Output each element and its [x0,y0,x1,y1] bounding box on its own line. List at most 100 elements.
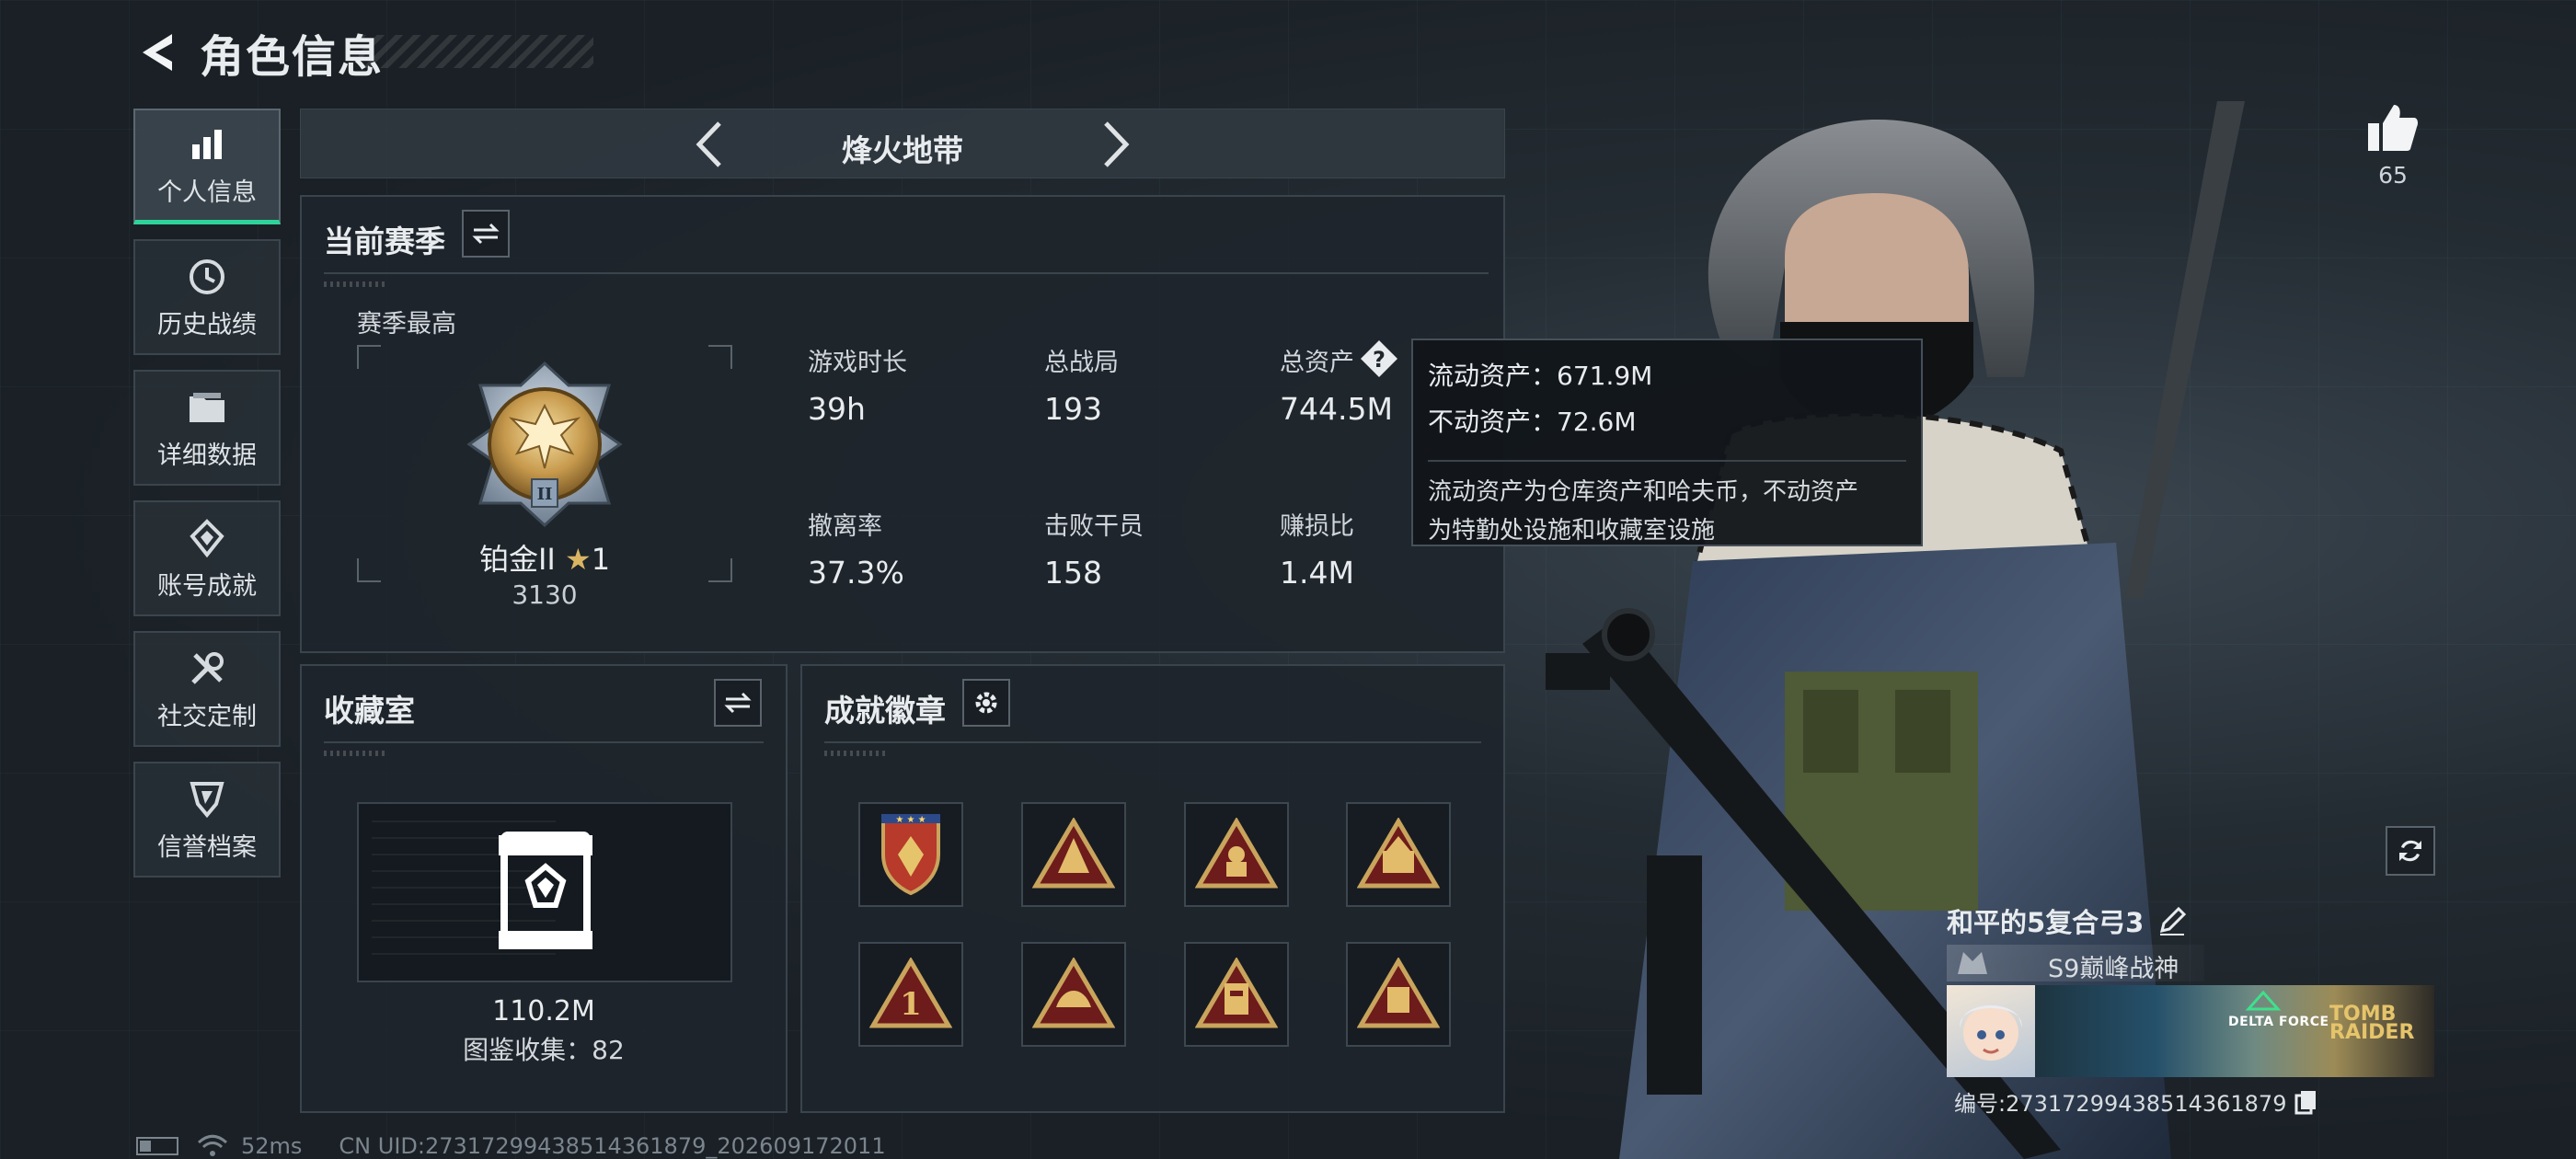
badge-shield-icon: ★ ★ ★ [881,814,940,896]
badge-2[interactable] [1021,802,1126,907]
collection-title: 收藏室 [324,693,415,729]
banner-logo-tomb-raider: TOMB RAIDER [2329,1003,2415,1044]
stat-operators-defeated: 击败干员 158 [1044,506,1144,591]
collection-switch-button[interactable] [714,679,762,727]
swap-icon [472,223,500,245]
sidebar-item-achievements[interactable]: 账号成就 [133,500,281,616]
frame-corner [357,345,381,369]
badge-7[interactable] [1184,942,1289,1047]
edit-pencil-icon[interactable] [2156,905,2188,936]
shield-icon [185,777,229,821]
badges-settings-button[interactable] [962,679,1010,727]
folder-icon [185,385,229,430]
player-id-row: 编号:2731729943851436187​9 [1954,1085,2319,1118]
sidebar-item-detail-data[interactable]: 详细数据 [133,370,281,486]
mode-title: 烽火地带 [842,132,963,168]
sidebar-item-social[interactable]: 社交定制 [133,631,281,747]
history-icon [185,255,229,299]
sidebar-item-label: 社交定制 [157,702,257,731]
stat-value: 37.3% [808,555,904,591]
player-name: 和平的5复合弓3 [1947,907,2145,938]
avatar-portrait-icon [1960,1005,2022,1061]
thumbs-up-icon [2368,105,2418,151]
back-arrow-icon[interactable] [133,25,179,80]
player-title: S9巅峰战神 [2048,955,2179,983]
tooltip-description-line-2: 为特勤处设施和收藏室设施 [1428,517,1716,545]
badge-triangle-icon [1032,818,1115,889]
tooltip-fixed-assets: 不动资产：72.6M [1428,407,1637,437]
divider [324,272,1489,274]
divider [324,741,764,743]
badge-triangle-icon [1195,958,1278,1028]
status-bar: 52ms CN UID:27317299438514361879_2026091… [136,1133,886,1159]
stat-play-time: 游戏时长 39h [808,342,907,427]
player-id: 编号:2731729943851436187​9 [1954,1091,2287,1117]
stat-total-matches: 总战局 193 [1044,342,1119,427]
rank-name-row: 铂金II ★1 [357,536,732,579]
assets-tooltip: 流动资产：671.9M 不动资产：72.6M 流动资产为仓库资产和哈夫币，不动资… [1411,339,1923,546]
refresh-button[interactable] [2386,826,2435,876]
rank-frame: II 铂金II ★1 3130 [357,345,732,610]
tooltip-description-line-1: 流动资产为仓库资产和哈夫币，不动资产 [1428,478,1859,506]
banner-logo-delta-force: DELTA FORCE [2228,1015,2329,1029]
stat-value: 39h [808,391,866,427]
stat-label: 总战局 [1044,349,1119,377]
badge-8[interactable] [1346,942,1451,1047]
badge-triangle-icon [1032,958,1115,1028]
badge-3[interactable] [1184,802,1289,907]
uid-text: CN UID:27317299438514361879_202609172011 [339,1133,886,1159]
decor-dots [324,281,388,287]
title-emblem-icon [1958,952,1987,974]
stat-value: 193 [1044,391,1102,427]
badge-triangle-icon [1195,818,1278,889]
stat-extraction-rate: 撤离率 37.3% [808,506,904,591]
svg-text:★ ★ ★: ★ ★ ★ [895,815,926,825]
rank-stars: 1 [591,542,611,577]
player-title-bar: S9巅峰战神 [1947,945,2204,983]
stat-label: 撤离率 [808,512,882,541]
badge-4[interactable] [1346,802,1451,907]
svg-text:1: 1 [900,986,922,1023]
svg-text:?: ? [1373,347,1386,373]
sidebar-item-label: 个人信息 [157,178,257,207]
like-count: 65 [2378,162,2408,189]
stat-value: 744.5M [1280,391,1393,427]
stat-label: 游戏时长 [808,349,907,377]
refresh-icon [2399,840,2421,862]
like-widget[interactable]: 65 [2353,101,2432,189]
wifi-icon [197,1134,228,1156]
sidebar-item-personal-info[interactable]: 个人信息 [133,109,281,224]
avatar[interactable] [1947,985,2035,1077]
badge-5[interactable]: 1 [858,942,963,1047]
player-banner[interactable]: DELTA FORCE TOMB RAIDER [1947,985,2434,1077]
page-title: 角色信息 [200,31,385,83]
badge-6[interactable] [1021,942,1126,1047]
collection-vault-button[interactable] [357,802,732,982]
star-icon: ★ [565,542,592,577]
battery-icon [136,1137,178,1155]
collection-value: 110.2M [492,995,595,1027]
badge-1[interactable]: ★ ★ ★ [858,802,963,907]
sidebar-item-reputation[interactable]: 信誉档案 [133,762,281,878]
page-header: 角色信息 [133,20,384,85]
tooltip-divider [1428,460,1906,462]
mode-navigation: 烽火地带 [300,109,1505,178]
sidebar-item-history[interactable]: 历史战绩 [133,239,281,355]
delta-force-logo-icon [2245,991,2282,1011]
title-decoration [359,35,593,68]
season-best-label: 赛季最高 [357,310,456,339]
copy-icon[interactable] [2294,1089,2319,1115]
season-title: 当前赛季 [324,224,445,259]
stat-value: 1.4M [1280,555,1354,591]
chevron-right-icon[interactable] [1088,117,1144,172]
help-icon[interactable]: ? [1359,339,1399,379]
stat-value: 158 [1044,555,1102,591]
sidebar-item-label: 历史战绩 [157,310,257,339]
stat-profit-loss: 赚损比 1.4M [1280,506,1354,591]
gear-icon [975,692,997,714]
vault-display-case-icon [499,832,592,949]
badge-triangle-icon: 1 [869,958,952,1028]
stat-label: 击败干员 [1044,512,1144,541]
stat-label: 赚损比 [1280,512,1354,541]
season-switch-button[interactable] [462,210,510,258]
